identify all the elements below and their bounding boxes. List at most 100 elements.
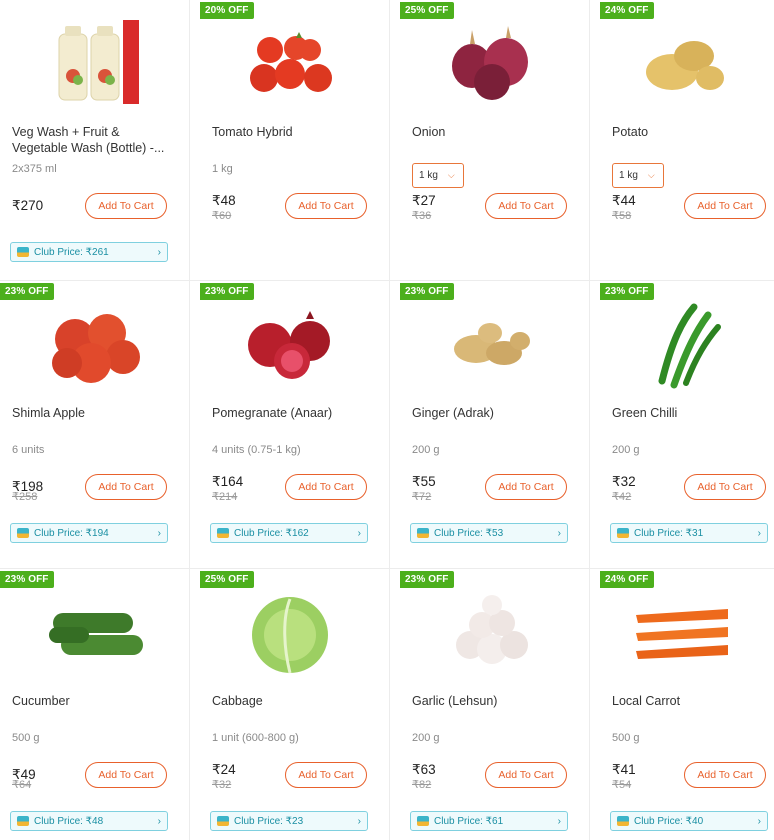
product-name[interactable]: Cucumber (12, 693, 175, 709)
club-icon (617, 816, 629, 826)
product-name[interactable]: Shimla Apple (12, 405, 175, 421)
product-name[interactable]: Local Carrot (612, 693, 760, 709)
product-price: ₹32 (612, 474, 636, 489)
product-price: ₹27 (412, 193, 436, 208)
product-card[interactable]: Veg Wash + Fruit & Vegetable Wash (Bottl… (0, 0, 190, 281)
add-to-cart-button[interactable]: Add To Cart (285, 193, 367, 219)
product-quantity: 200 g (612, 444, 640, 456)
chilli-icon[interactable] (632, 301, 732, 391)
quantity-select-value: 1 kg (619, 170, 638, 181)
ginger-icon[interactable] (440, 301, 540, 391)
discount-badge: 23% OFF (400, 283, 454, 300)
discount-badge: 25% OFF (200, 571, 254, 588)
product-card[interactable]: 20% OFF Tomato Hybrid 1 kg ₹48 ₹60 Add To Car… (190, 0, 390, 281)
product-card[interactable]: 23% OFF Pomegranate (Anaar) 4 units (0.75-… (190, 281, 390, 569)
club-price-link[interactable]: Club Price: ₹194 › (10, 523, 168, 543)
add-to-cart-button[interactable]: Add To Cart (684, 762, 766, 788)
carrot-icon[interactable] (632, 589, 732, 679)
garlic-icon[interactable] (440, 589, 540, 679)
club-icon (17, 816, 29, 826)
quantity-select-value: 1 kg (419, 170, 438, 181)
product-name[interactable]: Tomato Hybrid (212, 124, 375, 140)
club-price-link[interactable]: Club Price: ₹48 › (10, 811, 168, 831)
discount-badge: 23% OFF (400, 571, 454, 588)
product-name[interactable]: Cabbage (212, 693, 375, 709)
product-grid: Veg Wash + Fruit & Vegetable Wash (Bottl… (0, 0, 774, 840)
cabbage-icon[interactable] (240, 589, 340, 679)
club-icon (17, 528, 29, 538)
product-card[interactable]: 25% OFF Cabbage 1 unit (600-800 g) ₹24 ₹32 Ad… (190, 569, 390, 840)
product-card[interactable]: 23% OFF Shimla Apple 6 units ₹198 ₹258 Add To… (0, 281, 190, 569)
discount-badge: 20% OFF (200, 2, 254, 19)
discount-badge: 23% OFF (0, 283, 54, 300)
chevron-right-icon: › (157, 527, 161, 539)
product-price: ₹270 (12, 198, 44, 213)
product-card[interactable]: 23% OFF Garlic (Lehsun) 200 g ₹63 ₹82 Add To … (390, 569, 590, 840)
product-quantity: 500 g (12, 732, 40, 744)
potato-icon[interactable] (632, 20, 732, 110)
club-price-label: Club Price: ₹53 (434, 527, 504, 539)
club-price-link[interactable]: Club Price: ₹162 › (210, 523, 368, 543)
add-to-cart-button[interactable]: Add To Cart (485, 193, 567, 219)
bottle-icon[interactable] (45, 20, 145, 110)
club-price-link[interactable]: Club Price: ₹61 › (410, 811, 568, 831)
add-to-cart-button[interactable]: Add To Cart (285, 762, 367, 788)
cucumber-icon[interactable] (45, 589, 145, 679)
product-card[interactable]: 24% OFF Potato 1 kg ⌵ ₹44 ₹58 Add To Cart (590, 0, 774, 281)
product-mrp: ₹36 (412, 210, 432, 222)
add-to-cart-button[interactable]: Add To Cart (85, 193, 167, 219)
apple-icon[interactable] (45, 301, 145, 391)
product-name[interactable]: Veg Wash + Fruit & Vegetable Wash (Bottl… (12, 124, 175, 156)
product-price: ₹48 (212, 193, 236, 208)
discount-badge: 24% OFF (600, 2, 654, 19)
chevron-right-icon: › (357, 815, 361, 827)
product-name[interactable]: Pomegranate (Anaar) (212, 405, 375, 421)
add-to-cart-button[interactable]: Add To Cart (85, 474, 167, 500)
club-price-label: Club Price: ₹23 (234, 815, 304, 827)
club-price-label: Club Price: ₹261 (34, 246, 109, 258)
club-price-label: Club Price: ₹194 (34, 527, 109, 539)
product-price: ₹55 (412, 474, 436, 489)
quantity-select[interactable]: 1 kg ⌵ (612, 163, 664, 188)
club-price-link[interactable]: Club Price: ₹40 › (610, 811, 768, 831)
discount-badge: 23% OFF (600, 283, 654, 300)
add-to-cart-button[interactable]: Add To Cart (485, 474, 567, 500)
product-price: ₹24 (212, 762, 236, 777)
chevron-right-icon: › (557, 527, 561, 539)
chevron-down-icon: ⌵ (647, 170, 655, 180)
club-icon (217, 528, 229, 538)
product-card[interactable]: 23% OFF Ginger (Adrak) 200 g ₹55 ₹72 Add To C… (390, 281, 590, 569)
club-price-link[interactable]: Club Price: ₹261 › (10, 242, 168, 262)
product-price: ₹44 (612, 193, 636, 208)
tomato-icon[interactable] (240, 20, 340, 110)
club-price-link[interactable]: Club Price: ₹53 › (410, 523, 568, 543)
add-to-cart-button[interactable]: Add To Cart (85, 762, 167, 788)
add-to-cart-button[interactable]: Add To Cart (684, 474, 766, 500)
product-card[interactable]: 23% OFF Green Chilli 200 g ₹32 ₹42 Add To Car… (590, 281, 774, 569)
product-card[interactable]: 23% OFF Cucumber 500 g ₹49 ₹64 Add To Cart Clu… (0, 569, 190, 840)
club-price-label: Club Price: ₹61 (434, 815, 504, 827)
product-name[interactable]: Ginger (Adrak) (412, 405, 575, 421)
product-quantity: 1 unit (600-800 g) (212, 732, 299, 744)
product-name[interactable]: Garlic (Lehsun) (412, 693, 575, 709)
product-name[interactable]: Green Chilli (612, 405, 760, 421)
product-quantity: 1 kg (212, 163, 233, 175)
onion-icon[interactable] (440, 20, 540, 110)
product-mrp: ₹54 (612, 779, 632, 791)
club-price-label: Club Price: ₹48 (34, 815, 104, 827)
club-price-link[interactable]: Club Price: ₹23 › (210, 811, 368, 831)
product-card[interactable]: 25% OFF Onion 1 kg ⌵ ₹27 ₹36 Add To Cart (390, 0, 590, 281)
add-to-cart-button[interactable]: Add To Cart (285, 474, 367, 500)
product-card[interactable]: 24% OFF Local Carrot 500 g ₹41 ₹54 Add To Car… (590, 569, 774, 840)
product-name[interactable]: Onion (412, 124, 575, 140)
product-quantity: 200 g (412, 444, 440, 456)
club-icon (417, 528, 429, 538)
pomegranate-icon[interactable] (240, 301, 340, 391)
discount-badge: 23% OFF (0, 571, 54, 588)
product-name[interactable]: Potato (612, 124, 760, 140)
quantity-select[interactable]: 1 kg ⌵ (412, 163, 464, 188)
add-to-cart-button[interactable]: Add To Cart (684, 193, 766, 219)
club-price-link[interactable]: Club Price: ₹31 › (610, 523, 768, 543)
add-to-cart-button[interactable]: Add To Cart (485, 762, 567, 788)
club-icon (617, 528, 629, 538)
